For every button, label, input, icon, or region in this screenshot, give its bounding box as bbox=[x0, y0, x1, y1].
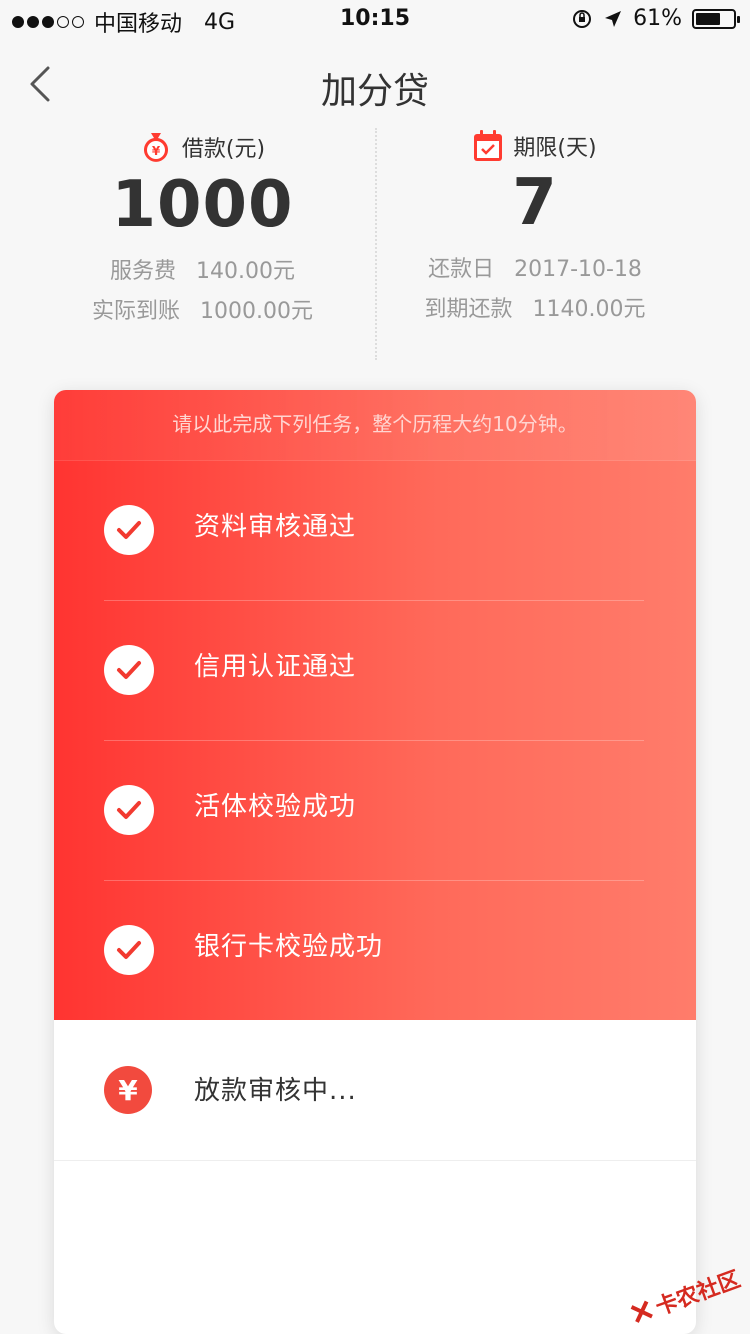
term-label: 期限(天) bbox=[513, 136, 597, 161]
term-value: 7 bbox=[512, 166, 558, 240]
repay-date-label: 还款日 bbox=[428, 257, 495, 282]
task-label: 信用认证通过 bbox=[194, 652, 357, 682]
pending-task-label: 放款审核中... bbox=[194, 1076, 357, 1106]
check-circle-icon bbox=[104, 645, 154, 695]
progress-card: 请以此完成下列任务，整个历程大约10分钟。 资料审核通过 信用认证通过 活体校验… bbox=[54, 390, 696, 1334]
yuan-icon: ¥ bbox=[104, 1066, 152, 1114]
loan-summary: ¥ 借款(元) 1000 服务费 140.00元 实际到账 1000.00元 期… bbox=[0, 128, 750, 368]
check-circle-icon bbox=[104, 505, 154, 555]
task-instructions: 请以此完成下列任务，整个历程大约10分钟。 bbox=[54, 390, 696, 461]
loan-amount-details: 服务费 140.00元 实际到账 1000.00元 bbox=[30, 252, 375, 332]
task-label: 资料审核通过 bbox=[194, 512, 357, 542]
task-item: 资料审核通过 bbox=[104, 460, 644, 601]
loan-amount-column: ¥ 借款(元) 1000 服务费 140.00元 实际到账 1000.00元 bbox=[30, 128, 375, 332]
repay-date-value: 2017-10-18 bbox=[514, 257, 642, 282]
term-column: 期限(天) 7 还款日 2017-10-18 到期还款 1140.00元 bbox=[375, 128, 695, 330]
check-circle-icon bbox=[104, 785, 154, 835]
service-fee-label: 服务费 bbox=[110, 259, 177, 284]
svg-text:¥: ¥ bbox=[152, 144, 161, 158]
check-circle-icon bbox=[104, 925, 154, 975]
task-label: 银行卡校验成功 bbox=[194, 932, 384, 962]
loan-amount-label: 借款(元) bbox=[181, 137, 266, 162]
page-title: 加分贷 bbox=[320, 71, 429, 112]
task-item: 信用认证通过 bbox=[104, 600, 644, 741]
repay-date-row: 还款日 2017-10-18 bbox=[375, 250, 695, 290]
due-amount-value: 1140.00元 bbox=[532, 297, 646, 322]
term-header: 期限(天) bbox=[375, 128, 695, 162]
pending-task-item: ¥ 放款审核中... bbox=[54, 1020, 696, 1161]
task-label: 活体校验成功 bbox=[194, 792, 357, 822]
task-item: 银行卡校验成功 bbox=[104, 880, 644, 1020]
task-item: 活体校验成功 bbox=[104, 740, 644, 881]
loan-amount-header: ¥ 借款(元) bbox=[30, 128, 375, 164]
actual-received-value: 1000.00元 bbox=[200, 299, 313, 324]
money-bag-icon: ¥ bbox=[143, 133, 168, 162]
term-details: 还款日 2017-10-18 到期还款 1140.00元 bbox=[375, 250, 695, 330]
completed-tasks-panel: 请以此完成下列任务，整个历程大约10分钟。 资料审核通过 信用认证通过 活体校验… bbox=[54, 390, 696, 1020]
actual-received-label: 实际到账 bbox=[92, 299, 181, 324]
due-amount-label: 到期还款 bbox=[424, 297, 513, 322]
status-right: 61% bbox=[571, 6, 740, 31]
service-fee-row: 服务费 140.00元 bbox=[30, 252, 375, 292]
calendar-check-icon bbox=[474, 130, 503, 161]
rotation-lock-icon bbox=[573, 9, 592, 28]
location-arrow-icon bbox=[605, 10, 622, 27]
due-amount-row: 到期还款 1140.00元 bbox=[375, 290, 695, 330]
service-fee-value: 140.00元 bbox=[196, 259, 295, 284]
battery-icon bbox=[692, 8, 740, 29]
nav-bar: 加分贷 bbox=[0, 40, 750, 128]
actual-received-row: 实际到账 1000.00元 bbox=[30, 292, 375, 332]
battery-percent: 61% bbox=[633, 6, 682, 31]
loan-amount-value: 1000 bbox=[111, 168, 294, 242]
status-bar: 中国移动 4G 10:15 61% bbox=[0, 0, 750, 40]
